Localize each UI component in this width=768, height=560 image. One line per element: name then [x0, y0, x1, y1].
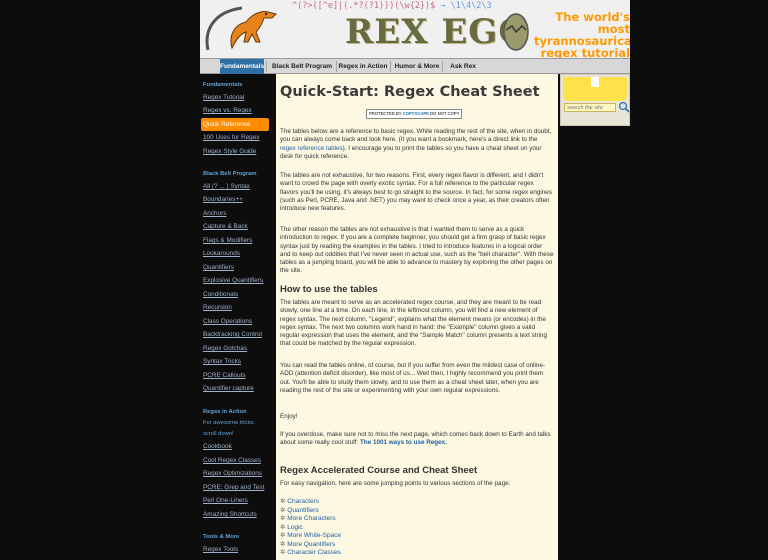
toc-label: More Characters: [287, 515, 336, 522]
toc-item[interactable]: ✲ Characters: [280, 497, 319, 505]
nav-tab-regex-in-action[interactable]: Regex in Action: [338, 59, 388, 74]
toc-label: Logic: [287, 523, 303, 531]
dinosaur-logo-icon[interactable]: [202, 2, 288, 56]
toc-label: Quantifiers: [287, 506, 319, 514]
sidebar-item-perl-one-liners[interactable]: Perl One-Liners: [203, 497, 248, 504]
section-heading: Regex Accelerated Course and Cheat Sheet: [280, 465, 478, 476]
regex-banner: ^(?>([^e]|(.*?(?1)))(\w{2})$ → \1\4\2\3: [292, 1, 492, 11]
nav-divider: [390, 61, 391, 72]
sidebar-item-pcre-grep[interactable]: PCRE: Grep and Test: [203, 484, 264, 491]
promo-box: [563, 77, 627, 101]
search-icon[interactable]: [618, 101, 630, 113]
intro-text: The tables below are a reference to basi…: [280, 128, 552, 144]
section-heading: How to use the tables: [280, 284, 378, 295]
main-nav: Fundamentals Black Belt Program Regex in…: [200, 58, 630, 74]
sidebar-section-title: Regex in Action: [203, 409, 247, 415]
sidebar-item-explosive-quantifiers[interactable]: Explosive Quantifiers: [203, 277, 263, 284]
page-title: Quick-Start: Regex Cheat Sheet: [280, 84, 540, 100]
toc-label: Characters: [287, 498, 320, 505]
sidebar-item-anchors[interactable]: Anchors: [203, 210, 226, 217]
toc-item[interactable]: ✲ Quantifiers: [280, 506, 319, 514]
toc-bullet: ✲: [280, 506, 286, 514]
nav-divider: [442, 61, 443, 72]
left-sidebar: Fundamentals Regex Tutorial Regex vs. Re…: [200, 74, 270, 560]
toc-label: Character Classes: [287, 549, 341, 556]
sidebar-section-title: Fundamentals: [203, 82, 243, 88]
toc-bullet: ✲: [280, 515, 286, 522]
sidebar-item-class-operations[interactable]: Class Operations: [203, 318, 252, 325]
sidebar-item-recursion[interactable]: Recursion: [203, 304, 232, 311]
toc-bullet: ✲: [280, 532, 286, 539]
toc-label: More White-Space: [287, 532, 342, 539]
sidebar-item-amazing-shortcuts[interactable]: Amazing Shortcuts: [203, 511, 257, 518]
copyscape-suffix: DO NOT COPY: [430, 111, 460, 116]
sidebar-item-syntax[interactable]: All (? ... ) Syntax: [203, 183, 250, 190]
toc-bullet: ✲: [280, 523, 286, 531]
sidebar-item-regex-optimizations[interactable]: Regex Optimizations: [203, 470, 262, 477]
toc-item[interactable]: ✲ Character Classes: [280, 548, 341, 556]
paragraph: For easy navigation, here are some jumpi…: [280, 480, 511, 487]
sidebar-item-cool-regex-classes[interactable]: Cool Regex Classes: [203, 457, 261, 464]
toc-item[interactable]: ✲ More Quantifiers: [280, 540, 335, 548]
sidebar-item-quantifiers[interactable]: Quantifiers: [203, 264, 234, 271]
regex-reference-link[interactable]: regex reference tables: [280, 145, 343, 152]
sidebar-item-regex-gotchas[interactable]: Regex Gotchas: [203, 345, 247, 352]
1001-ways-link[interactable]: The 1001 ways to use Regex.: [360, 439, 447, 446]
main-content: Quick-Start: Regex Cheat Sheet PROTECTED…: [276, 74, 558, 560]
search-input[interactable]: [564, 103, 616, 112]
sidebar-item-quick-reference[interactable]: Quick Reference: [201, 118, 269, 131]
tagline-line: regex tutorial: [540, 46, 630, 58]
sidebar-item-syntax-tricks[interactable]: Syntax Tricks: [203, 358, 241, 365]
egg-icon: [503, 13, 529, 51]
regex-banner-pattern: ^(?>([^e]|(.*?(?1)))(\w{2})$: [292, 1, 436, 11]
toc-item[interactable]: ✲ Logic: [280, 523, 303, 531]
nav-tab-humor-and-more[interactable]: Humor & More: [394, 59, 440, 74]
sidebar-item-regex-vs-regex[interactable]: Regex vs. Regex: [203, 107, 252, 114]
sidebar-item-regex-tutorial[interactable]: Regex Tutorial: [203, 94, 244, 101]
paragraph: You can read the tables online, of cours…: [280, 362, 545, 394]
sidebar-item-capture[interactable]: Capture & Back: [203, 223, 248, 230]
paragraph: The tables are meant to serve as an acce…: [280, 299, 547, 348]
site-header: ^(?>([^e]|(.*?(?1)))(\w{2})$ → \1\4\2\3 …: [200, 0, 630, 58]
nav-divider: [336, 61, 337, 72]
sidebar-item-pcre-callouts[interactable]: PCRE Callouts: [203, 372, 246, 379]
sidebar-item-quantifier-capture[interactable]: Quantifier capture: [203, 385, 254, 392]
copyscape-prefix: PROTECTED BY: [369, 111, 402, 116]
toc-bullet: ✲: [280, 540, 286, 548]
nav-tab-fundamentals[interactable]: Fundamentals: [220, 59, 264, 74]
sidebar-section-title: Black Belt Program: [203, 171, 257, 177]
sidebar-item-cookbook[interactable]: Cookbook: [203, 443, 232, 450]
sidebar-note: For awesome tricks:: [203, 420, 255, 426]
regex-banner-replacement: → \1\4\2\3: [440, 1, 492, 11]
copyscape-brand: COPYSCAPE: [402, 111, 429, 116]
toc-bullet: ✲: [280, 498, 286, 505]
sidebar-item-style-guide[interactable]: Regex Style Guide: [203, 148, 256, 155]
sidebar-item-100-uses[interactable]: 100 Uses for Regex: [203, 134, 259, 141]
sidebar-item-backtracking-control[interactable]: Backtracking Control: [203, 331, 262, 338]
sidebar-section-title: Tools & More: [203, 534, 240, 540]
paragraph: The tables are not exhaustive, for two r…: [280, 172, 552, 213]
toc-bullet: ✲: [280, 549, 286, 556]
toc-item[interactable]: ✲ More Characters: [280, 514, 336, 522]
intro-paragraph: The tables below are a reference to basi…: [280, 128, 554, 161]
toc-label: More Quantifiers: [287, 540, 336, 548]
sidebar-item-conditionals[interactable]: Conditionals: [203, 291, 238, 298]
overdose-paragraph: If you overdose, make sure not to miss t…: [280, 431, 554, 448]
paragraph: Enjoy!: [280, 413, 298, 420]
sidebar-item-regex-tools[interactable]: Regex Tools: [203, 546, 238, 553]
tagline-line: The world's most: [555, 10, 630, 36]
site-tagline: The world's most tyrannosaurical regex t…: [534, 11, 630, 58]
sidebar-item-lookarounds[interactable]: Lookarounds: [203, 250, 240, 257]
nav-tab-black-belt-program[interactable]: Black Belt Program: [270, 59, 334, 74]
paragraph: The other reason the tables are not exha…: [280, 226, 554, 275]
right-sidebar: [560, 74, 630, 126]
toc-item[interactable]: ✲ More White-Space: [280, 531, 341, 539]
nav-tab-ask-rex[interactable]: Ask Rex: [446, 59, 480, 74]
nav-divider: [266, 61, 267, 72]
sidebar-item-flags[interactable]: Flags & Modifiers: [203, 237, 252, 244]
promo-tab: [591, 77, 599, 87]
copyscape-badge[interactable]: PROTECTED BY COPYSCAPE DO NOT COPY: [366, 109, 463, 119]
sidebar-note: scroll down!: [203, 431, 234, 437]
sidebar-item-boundaries[interactable]: Boundaries++: [203, 196, 243, 203]
